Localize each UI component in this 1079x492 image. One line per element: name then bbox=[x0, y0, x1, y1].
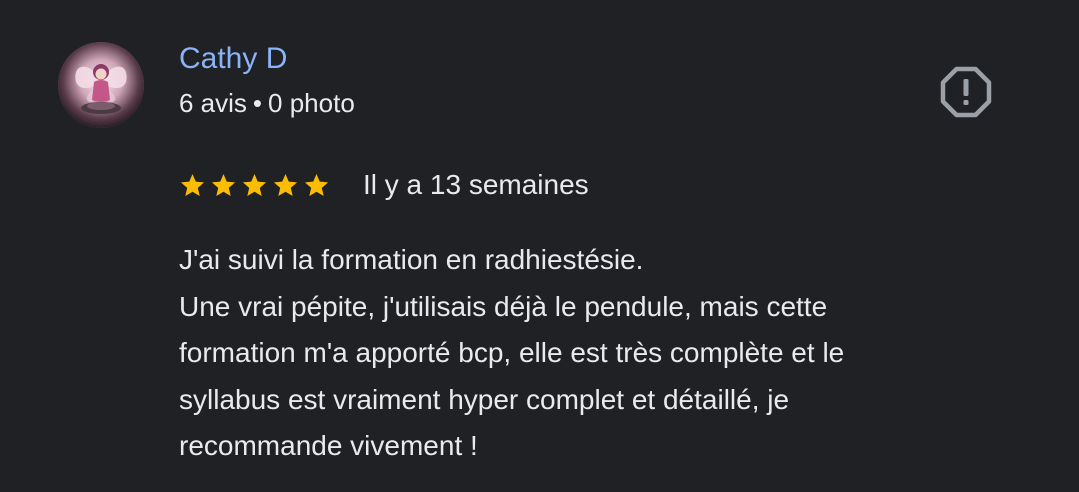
star-icon bbox=[211, 173, 236, 196]
review-text-line: syllabus est vraiment hyper complet et d… bbox=[179, 383, 790, 415]
review-count: 6 avis bbox=[179, 88, 247, 118]
report-review-button[interactable] bbox=[938, 64, 994, 120]
rating-row: Il y a 13 semaines bbox=[179, 166, 589, 204]
review-card: Cathy D 6 avis • 0 photo Il y a 13 semaine… bbox=[0, 0, 1079, 492]
reviewer-meta: 6 avis • 0 photo bbox=[179, 86, 355, 120]
reviewer-name[interactable]: Cathy D bbox=[179, 39, 287, 79]
star-icon bbox=[180, 173, 205, 196]
reviewer-avatar[interactable] bbox=[58, 42, 144, 128]
star-icon bbox=[242, 173, 267, 196]
review-text-line: formation m'a apporté bcp, elle est très… bbox=[179, 337, 845, 368]
review-text-line: J'ai suivi la formation en radhiestésie. bbox=[179, 244, 644, 275]
star-icon bbox=[304, 173, 329, 196]
report-flag-icon bbox=[940, 66, 992, 118]
review-text-line: recommande vivement ! bbox=[179, 430, 478, 461]
photo-count: 0 photo bbox=[268, 88, 355, 118]
star-icon bbox=[273, 173, 298, 196]
star-rating bbox=[179, 172, 330, 199]
meta-separator: • bbox=[252, 88, 263, 118]
review-text: J'ai suivi la formation en radhiestésie.… bbox=[179, 237, 1039, 470]
review-text-line: Une vrai pépite, j'utilisais déjà le pen… bbox=[179, 290, 828, 322]
avatar-fairy-image bbox=[58, 42, 144, 128]
review-date: Il y a 13 semaines bbox=[363, 169, 589, 200]
